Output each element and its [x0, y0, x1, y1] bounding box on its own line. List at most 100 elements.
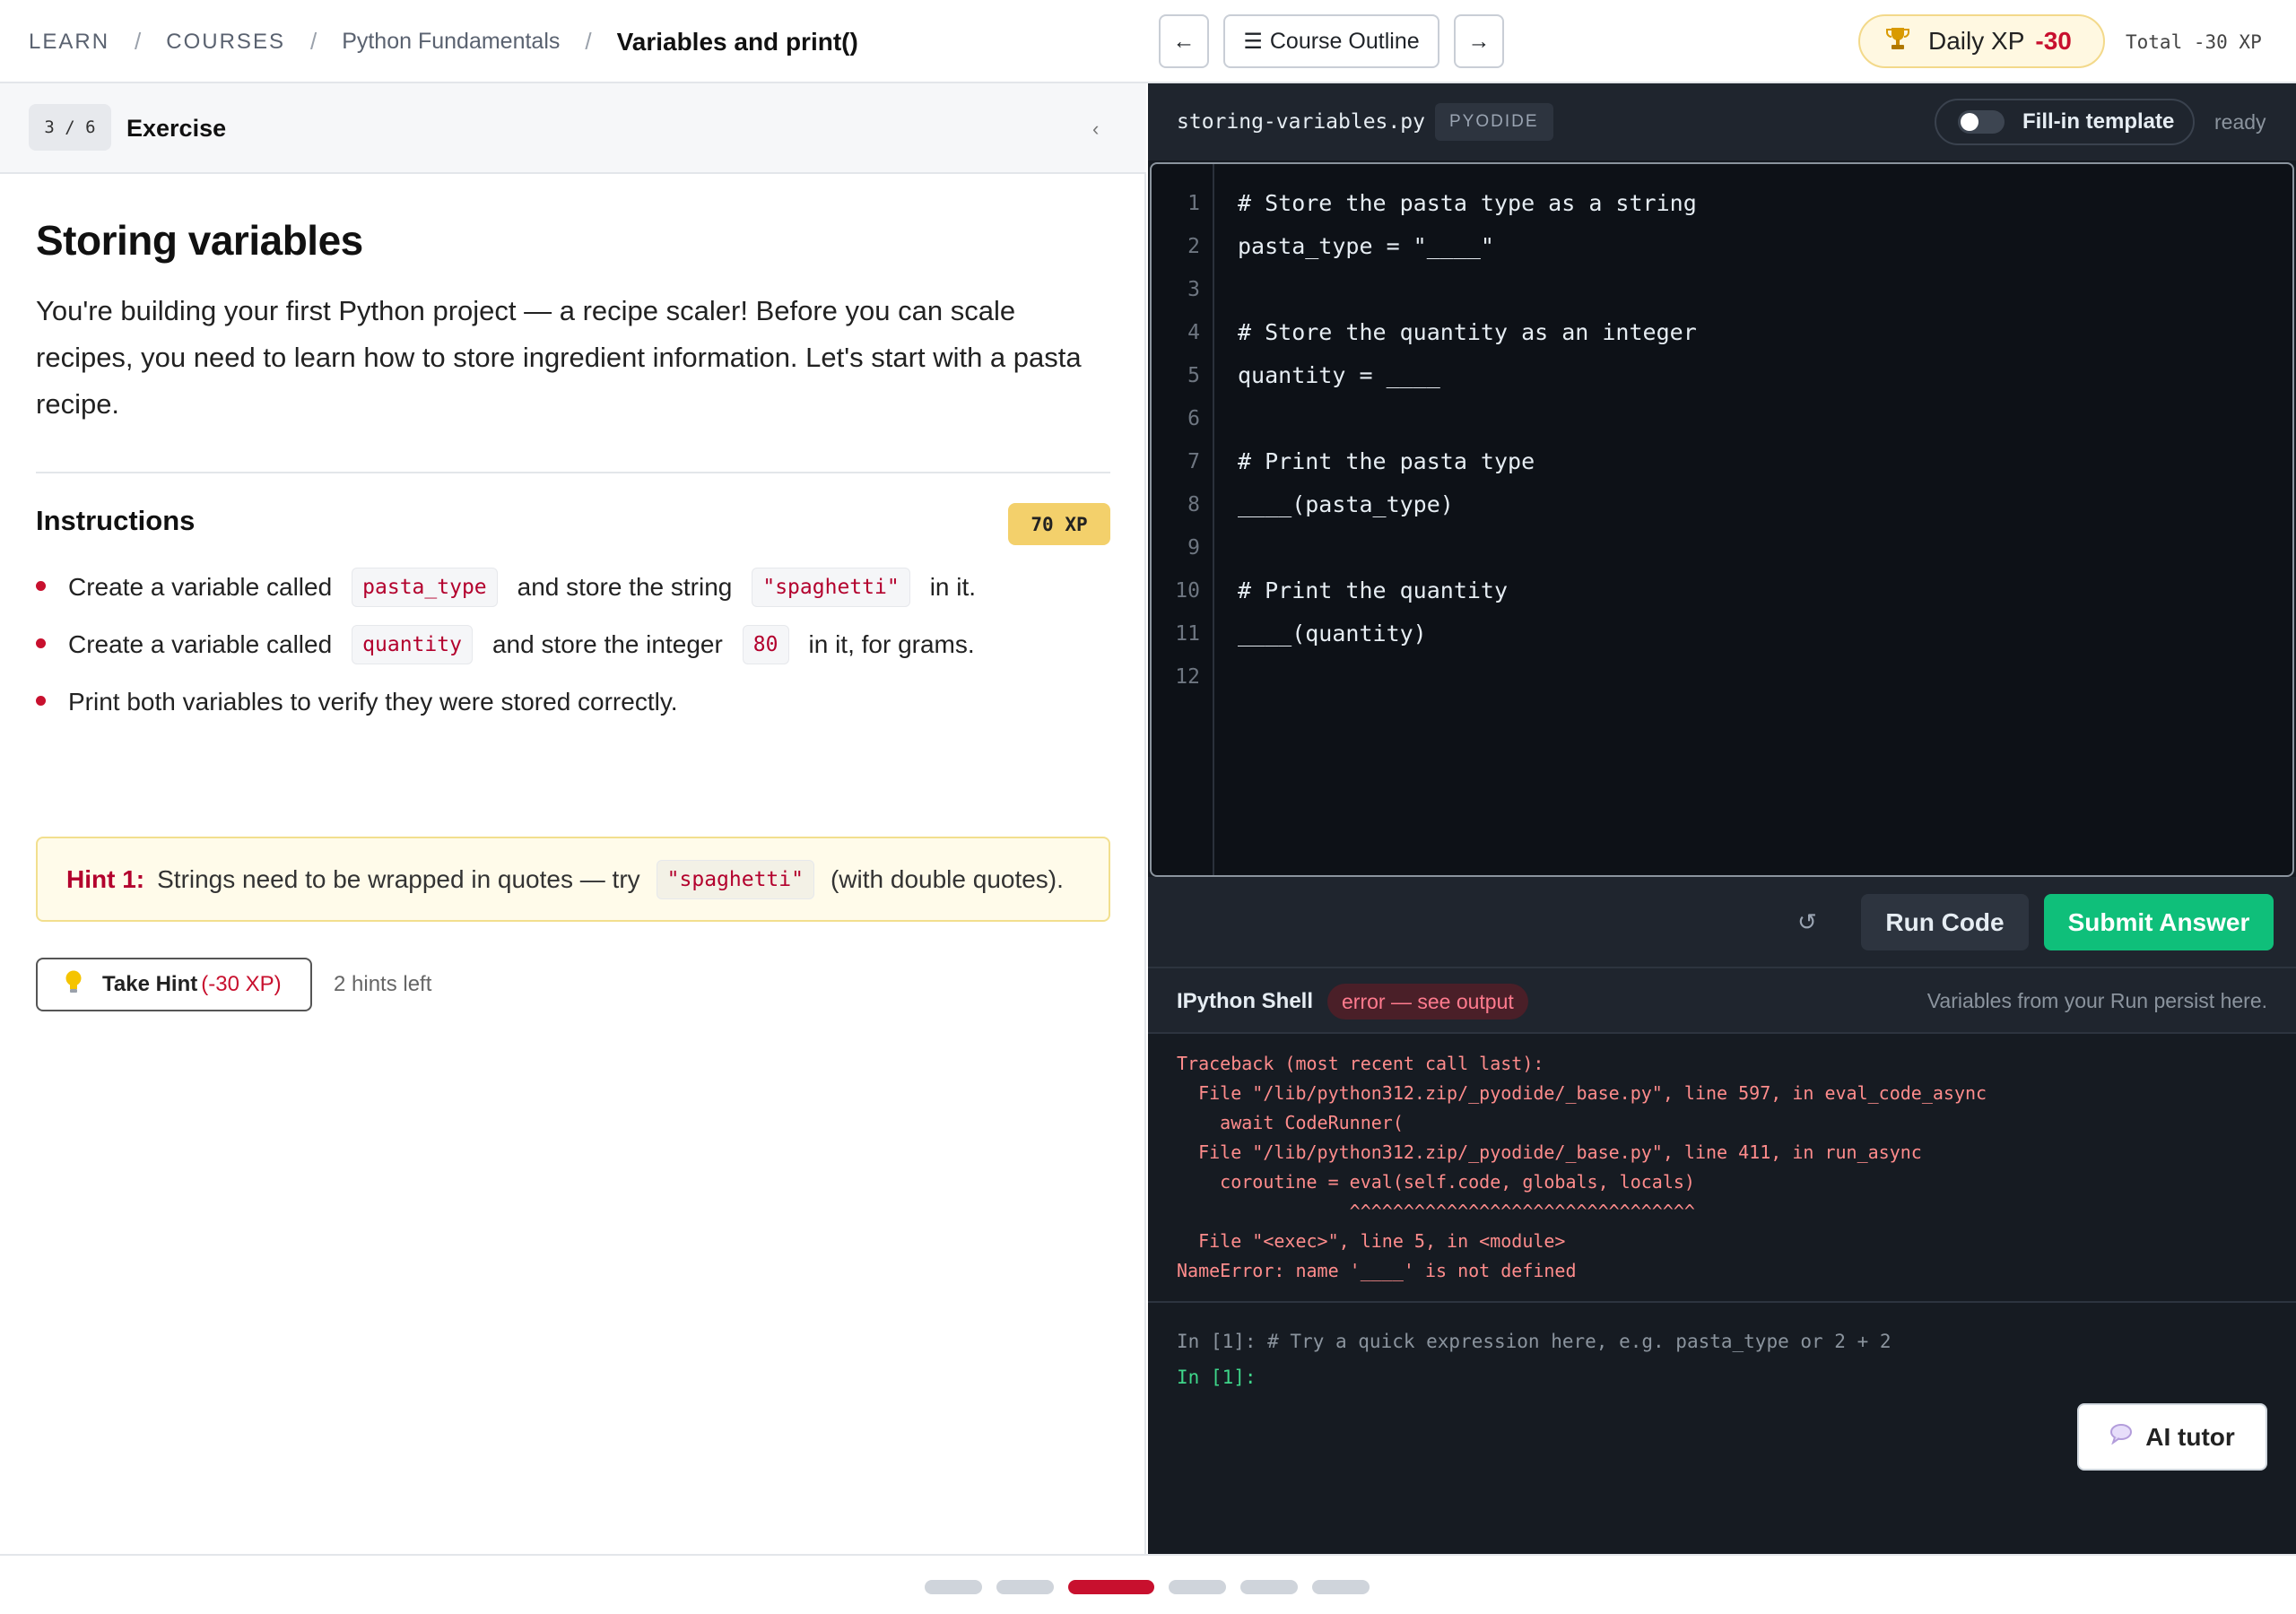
code-line[interactable]: 6 [1152, 397, 2292, 440]
bullet-icon [36, 581, 46, 591]
next-exercise-button[interactable]: → [1454, 14, 1504, 68]
code-line[interactable]: 12 [1152, 655, 2292, 699]
submit-answer-button[interactable]: Submit Answer [2044, 894, 2274, 950]
code-editor[interactable]: 1 # Store the pasta type as a string 2 past… [1150, 162, 2294, 877]
traceback-line: File "<exec>", line 5, in <module> [1177, 1230, 1566, 1252]
code-text[interactable]: # Store the pasta type as a string [1238, 182, 1697, 225]
code-line[interactable]: 4 # Store the quantity as an integer [1152, 311, 2292, 354]
fill-in-template-toggle[interactable]: Fill-in template [1935, 99, 2195, 145]
progress-step[interactable] [925, 1580, 982, 1594]
instruction-item: Create a variable called pasta_type and … [36, 559, 1112, 616]
instruction-text: Print both variables to verify they were… [68, 688, 678, 716]
progress-step[interactable] [1169, 1580, 1226, 1594]
traceback-line: Traceback (most recent call last): [1177, 1053, 1544, 1074]
line-number: 3 [1187, 278, 1200, 301]
inline-code: "spaghetti" [656, 859, 814, 899]
shell-note: Variables from your Run persist here. [1926, 989, 2267, 1012]
reset-code-icon[interactable]: ↺ [1797, 877, 1817, 967]
arrow-left-icon: ← [1172, 28, 1196, 54]
code-line[interactable]: 7 # Print the pasta type [1152, 440, 2292, 483]
code-line[interactable]: 5 quantity = ____ [1152, 354, 2292, 397]
hint-label: Hint 1: [66, 864, 145, 893]
breadcrumb-learn[interactable]: LEARN [29, 30, 109, 55]
run-code-button[interactable]: Run Code [1861, 894, 2029, 950]
course-outline-button[interactable]: ☰ Course Outline [1223, 14, 1439, 68]
instructions-heading: Instructions [36, 505, 196, 536]
code-text[interactable]: ____(pasta_type) [1238, 483, 1454, 526]
progress-dots [925, 1580, 1370, 1594]
exercise-type: Exercise [126, 115, 227, 142]
line-number: 9 [1187, 536, 1200, 560]
hint-text: Strings need to be wrapped in quotes — t… [157, 864, 640, 893]
traceback-line: ^^^^^^^^^^^^^^^^^^^^^^^^^^^^^^^^ [1177, 1201, 1695, 1222]
progress-step[interactable] [1068, 1580, 1154, 1594]
exercise-header: 3 / 6 Exercise ‹ [0, 83, 1146, 174]
instruction-text: in it, for grams. [808, 630, 975, 658]
shell-status-badge: error — see output [1327, 984, 1528, 1020]
instruction-text: in it. [929, 573, 977, 601]
code-text[interactable]: # Print the pasta type [1238, 440, 1535, 483]
code-line[interactable]: 9 [1152, 526, 2292, 569]
code-text[interactable]: quantity = ____ [1238, 354, 1440, 397]
traceback-line: File "/lib/python312.zip/_pyodide/_base.… [1177, 1082, 1987, 1104]
instruction-text: Create a variable called [68, 630, 333, 658]
course-outline-label: Course Outline [1269, 28, 1420, 54]
shell-history-line: In [1]: # Try a quick expression here, e… [1177, 1331, 1892, 1352]
code-text[interactable]: ____(quantity) [1238, 612, 1427, 655]
daily-xp-pill: Daily XP -30 [1858, 14, 2105, 68]
code-line[interactable]: 1 # Store the pasta type as a string [1152, 182, 2292, 225]
code-line[interactable]: 11 ____(quantity) [1152, 612, 2292, 655]
take-hint-button[interactable]: Take Hint (-30 XP) [36, 958, 312, 1011]
shell-header: IPython Shell error — see output Variabl… [1148, 967, 2296, 1034]
shell-input[interactable]: In [1]: [1177, 1359, 1257, 1395]
exercise-title: Storing variables [36, 217, 363, 264]
fill-in-template-label: Fill-in template [2022, 109, 2175, 134]
progress-step[interactable] [996, 1580, 1054, 1594]
code-text[interactable]: pasta_type = "____" [1238, 225, 1494, 268]
code-line[interactable]: 10 # Print the quantity [1152, 569, 2292, 612]
inline-code: pasta_type [352, 568, 498, 607]
ai-tutor-button[interactable]: AI tutor [2077, 1403, 2267, 1471]
divider [1148, 1301, 2296, 1303]
line-number: 2 [1187, 235, 1200, 258]
breadcrumb-separator: / [309, 28, 317, 55]
inline-code: "spaghetti" [752, 568, 910, 607]
exercise-intro: You're building your first Python projec… [36, 295, 1082, 420]
runtime-badge: PYODIDE [1435, 103, 1553, 141]
daily-xp-label: Daily XP [1928, 27, 2025, 55]
editor-status: ready [2214, 109, 2266, 134]
code-line[interactable]: 2 pasta_type = "____" [1152, 225, 2292, 268]
previous-exercise-button[interactable]: ← [1159, 14, 1209, 68]
breadcrumb-separator: / [585, 28, 592, 55]
code-line[interactable]: 8 ____(pasta_type) [1152, 483, 2292, 526]
breadcrumb-separator: / [135, 28, 142, 55]
toggle-switch[interactable] [1958, 110, 2005, 134]
line-number: 12 [1175, 665, 1200, 689]
progress-step[interactable] [1312, 1580, 1370, 1594]
code-text[interactable]: # Print the quantity [1238, 569, 1508, 612]
menu-icon: ☰ [1243, 29, 1263, 54]
code-line[interactable]: 3 [1152, 268, 2292, 311]
take-hint-label: Take Hint [102, 972, 198, 996]
file-tab[interactable]: storing-variables.py [1177, 83, 1425, 161]
line-number: 5 [1187, 364, 1200, 387]
breadcrumb-courses[interactable]: COURSES [166, 30, 285, 55]
code-text[interactable]: # Store the quantity as an integer [1238, 311, 1697, 354]
shell-output: Traceback (most recent call last): File … [1177, 1049, 2271, 1286]
workspace-panel: storing-variables.py PYODIDE Fill-in tem… [1148, 83, 2296, 1554]
breadcrumb: LEARN / COURSES / Python Fundamentals / … [29, 0, 858, 83]
breadcrumb-course[interactable]: Python Fundamentals [342, 29, 560, 55]
collapse-panel-icon[interactable]: ‹ [1092, 83, 1099, 174]
code-lines[interactable]: 1 # Store the pasta type as a string 2 past… [1152, 182, 2292, 699]
hint-box: Hint 1: Strings need to be wrapped in qu… [36, 837, 1110, 922]
instruction-item: Create a variable called quantity and st… [36, 616, 1112, 673]
ai-tutor-label: AI tutor [2145, 1422, 2235, 1451]
bullet-icon [36, 696, 46, 706]
progress-step[interactable] [1240, 1580, 1298, 1594]
traceback-line: coroutine = eval(self.code, globals, loc… [1177, 1171, 1695, 1193]
trophy-icon [1885, 25, 1910, 58]
hints-remaining: 2 hints left [334, 972, 432, 996]
instruction-item: Print both variables to verify they were… [36, 673, 1112, 731]
arrow-right-icon: → [1467, 28, 1491, 54]
line-number: 10 [1175, 579, 1200, 603]
